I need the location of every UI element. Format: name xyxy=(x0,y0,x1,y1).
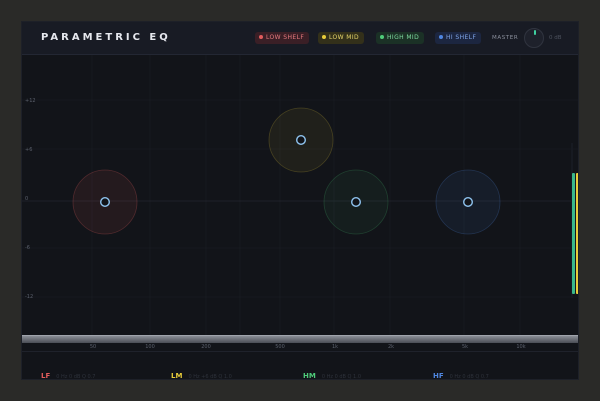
freq-label: 5k xyxy=(461,344,469,350)
knob-indicator-icon xyxy=(534,30,536,35)
band-values: 0 Hz 0 dB Q 0.7 xyxy=(449,374,489,380)
band-button-low-shelf[interactable]: LOW SHELF xyxy=(255,32,310,44)
band-button-label: HIGH MID xyxy=(387,34,420,41)
level-meter-left xyxy=(572,173,575,294)
band-tag: LF xyxy=(41,372,51,380)
db-label: -6 xyxy=(25,245,30,251)
db-label: -12 xyxy=(25,294,34,300)
freq-label: 1k xyxy=(331,344,339,350)
eq-plot-area[interactable]: +12 +6 0 -6 -12 xyxy=(22,55,578,335)
master-value: 0 dB xyxy=(549,35,562,41)
db-label: +6 xyxy=(25,147,33,153)
high-mid-node[interactable] xyxy=(351,196,362,207)
low-mid-dot-icon xyxy=(322,35,326,39)
band-parameters-footer: LF 0 Hz 0 dB Q 0.7 LM 0 Hz +6 dB Q 1.0 HM 0… xyxy=(22,351,578,380)
footer-band-lm[interactable]: LM 0 Hz +6 dB Q 1.0 xyxy=(171,363,232,380)
band-button-hi-shelf[interactable]: HI SHELF xyxy=(435,32,482,44)
footer-band-lf[interactable]: LF 0 Hz 0 dB Q 0.7 xyxy=(41,363,96,380)
band-button-label: LOW SHELF xyxy=(266,34,305,41)
band-values: 0 Hz 0 dB Q 1.0 xyxy=(321,374,362,380)
db-label: +12 xyxy=(25,98,36,104)
header-bar: PARAMETRIC EQ LOW SHELF LOW MID HIGH MID… xyxy=(22,22,578,55)
high-mid-dot-icon xyxy=(380,35,384,39)
band-button-label: LOW MID xyxy=(329,34,360,41)
master-label: MASTER xyxy=(492,35,519,41)
db-label: 0 xyxy=(25,196,29,202)
hi-shelf-dot-icon xyxy=(439,35,443,39)
freq-label: 50 xyxy=(89,344,97,350)
band-values: 0 Hz 0 dB Q 0.7 xyxy=(56,374,96,380)
frequency-axis: 50 100 200 500 1k 2k 5k 10k xyxy=(22,343,578,351)
frequency-scroll-bar[interactable] xyxy=(22,335,578,343)
band-tag: HF xyxy=(433,372,444,380)
low-shelf-node[interactable] xyxy=(99,196,110,207)
eq-window: PARAMETRIC EQ LOW SHELF LOW MID HIGH MID… xyxy=(21,21,579,380)
freq-label: 100 xyxy=(145,344,155,350)
eq-grid xyxy=(22,55,578,335)
master-knob[interactable] xyxy=(524,28,544,48)
freq-label: 500 xyxy=(275,344,285,350)
footer-band-hf[interactable]: HF 0 Hz 0 dB Q 0.7 xyxy=(433,363,489,380)
band-values: 0 Hz +6 dB Q 1.0 xyxy=(188,374,232,380)
low-mid-node[interactable] xyxy=(296,134,307,145)
freq-label: 200 xyxy=(201,344,211,350)
low-shelf-dot-icon xyxy=(259,35,263,39)
app-title: PARAMETRIC EQ xyxy=(41,32,171,43)
level-meter-right xyxy=(576,173,578,294)
band-tag: HM xyxy=(303,372,316,380)
band-button-low-mid[interactable]: LOW MID xyxy=(318,32,365,44)
band-tag: LM xyxy=(171,372,183,380)
freq-label: 10k xyxy=(516,344,526,350)
freq-label: 2k xyxy=(387,344,395,350)
hi-shelf-node[interactable] xyxy=(463,196,474,207)
band-button-high-mid[interactable]: HIGH MID xyxy=(376,32,425,44)
footer-band-hm[interactable]: HM 0 Hz 0 dB Q 1.0 xyxy=(303,363,362,380)
band-button-label: HI SHELF xyxy=(446,34,477,41)
